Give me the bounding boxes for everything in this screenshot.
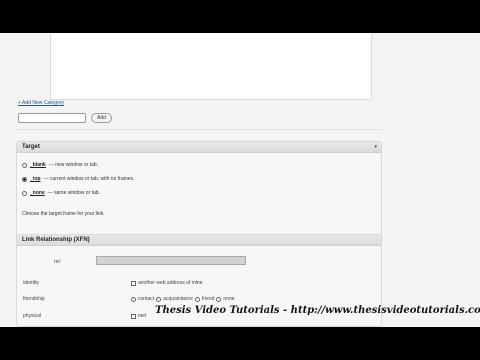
category-checklist-box[interactable] xyxy=(50,33,372,100)
divider xyxy=(16,129,382,130)
video-watermark: Thesis Video Tutorials - http://www.thes… xyxy=(155,305,480,316)
rel-input[interactable] xyxy=(96,256,246,265)
identity-checkbox[interactable] xyxy=(131,280,136,286)
xfn-panel-header[interactable]: Link Relationship (XFN) xyxy=(17,235,381,246)
add-category-button[interactable]: Add xyxy=(91,113,112,123)
physical-label: physical xyxy=(23,313,42,319)
identity-options: another web address of mine xyxy=(131,280,202,286)
physical-checkbox[interactable] xyxy=(131,313,136,319)
friendship-label: friendship xyxy=(23,296,45,302)
friendship-radio-contact[interactable] xyxy=(131,296,136,302)
target-option-top[interactable]: _top — current window or tab, with no fr… xyxy=(22,176,134,182)
physical-option-label: met xyxy=(138,313,147,319)
add-new-category-link[interactable]: + Add New Category xyxy=(18,100,64,106)
target-option-blank[interactable]: _blank — new window or tab. xyxy=(22,162,98,168)
friendship-radio-none[interactable] xyxy=(216,296,222,302)
friendship-options: contact acquaintance friend none xyxy=(131,296,235,302)
target-option-label: _top xyxy=(30,176,41,182)
target-option-desc: — new window or tab. xyxy=(48,162,99,168)
target-option-label: _none xyxy=(30,190,45,196)
target-option-none[interactable]: _none — same window or tab. xyxy=(22,190,100,196)
new-category-input[interactable] xyxy=(18,113,86,123)
friendship-radio-acquaintance[interactable] xyxy=(156,296,162,302)
friendship-option-label: friend xyxy=(201,296,215,302)
target-panel-title: Target xyxy=(22,144,40,150)
target-help-text: Choose the target frame for your link. xyxy=(22,211,105,217)
friendship-option-label: none xyxy=(223,296,235,302)
target-option-desc: — same window or tab. xyxy=(47,190,100,196)
physical-options: met xyxy=(131,313,146,319)
identity-label: identity xyxy=(23,280,39,286)
identity-option-label: another web address of mine xyxy=(138,280,203,286)
panel-toggle-icon[interactable]: ▾ xyxy=(374,142,377,152)
friendship-radio-friend[interactable] xyxy=(194,296,200,302)
friendship-option-label: contact xyxy=(138,296,155,302)
target-option-label: _blank xyxy=(30,162,46,168)
edit-link-content: + Add New Category Add Target ▾ _blank —… xyxy=(16,33,382,327)
radio-button-selected[interactable] xyxy=(22,176,27,182)
radio-button[interactable] xyxy=(22,190,27,196)
target-option-desc: — current window or tab, with no frames. xyxy=(43,176,135,182)
friendship-option-label: acquaintance xyxy=(163,296,193,302)
target-panel-header[interactable]: Target ▾ xyxy=(17,142,381,153)
radio-button[interactable] xyxy=(22,162,27,168)
admin-screen: + Add New Category Add Target ▾ _blank —… xyxy=(0,33,480,327)
rel-label: rel: xyxy=(54,259,61,265)
xfn-panel-title: Link Relationship (XFN) xyxy=(22,237,90,243)
